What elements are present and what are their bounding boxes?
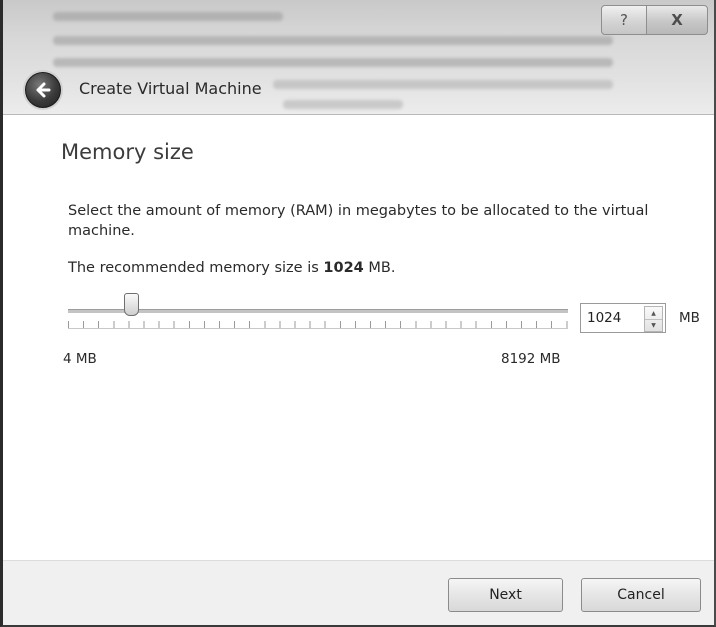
slider-thumb[interactable] <box>124 293 140 316</box>
slider-tick-baseline <box>68 328 568 329</box>
spin-buttons: ▲ ▼ <box>644 306 663 332</box>
recommended-memory-text: The recommended memory size is 1024 MB. <box>68 260 395 276</box>
help-icon: ? <box>620 11 628 29</box>
recommended-prefix: The recommended memory size is <box>68 260 324 276</box>
next-button[interactable]: Next <box>448 578 563 612</box>
recommended-value: 1024 <box>323 260 364 276</box>
slider-max-label: 8192 MB <box>501 351 561 367</box>
recommended-suffix: MB. <box>363 260 396 276</box>
wizard-title: Create Virtual Machine <box>79 79 262 98</box>
dialog-window: ? X Create Virtual Machine Memory size S… <box>0 0 716 627</box>
help-button[interactable]: ? <box>601 5 647 35</box>
blurred-background-text <box>53 58 613 67</box>
page-description: Select the amount of memory (RAM) in meg… <box>68 203 649 239</box>
close-icon: X <box>671 11 683 29</box>
slider-track <box>68 309 568 313</box>
back-button[interactable] <box>25 72 61 108</box>
button-bar: Next Cancel <box>3 560 714 625</box>
close-button[interactable]: X <box>646 5 708 35</box>
memory-spinbox[interactable]: ▲ ▼ <box>580 303 666 333</box>
slider-min-label: 4 MB <box>63 351 97 367</box>
wizard-page: Memory size Select the amount of memory … <box>3 115 714 560</box>
blurred-background-text <box>283 100 403 109</box>
blurred-background-text <box>53 36 613 45</box>
page-heading: Memory size <box>61 140 194 164</box>
memory-slider[interactable] <box>68 293 568 335</box>
blurred-background-text <box>53 12 283 21</box>
back-arrow-icon <box>36 82 51 98</box>
memory-input[interactable] <box>581 304 643 332</box>
cancel-button[interactable]: Cancel <box>581 578 701 612</box>
blurred-background-text <box>273 80 613 89</box>
memory-unit-label: MB <box>679 310 700 326</box>
window-controls: ? X <box>601 5 708 35</box>
slider-ticks <box>68 321 568 328</box>
spin-down-button[interactable]: ▼ <box>645 319 662 331</box>
title-bar: ? X Create Virtual Machine <box>3 0 714 115</box>
